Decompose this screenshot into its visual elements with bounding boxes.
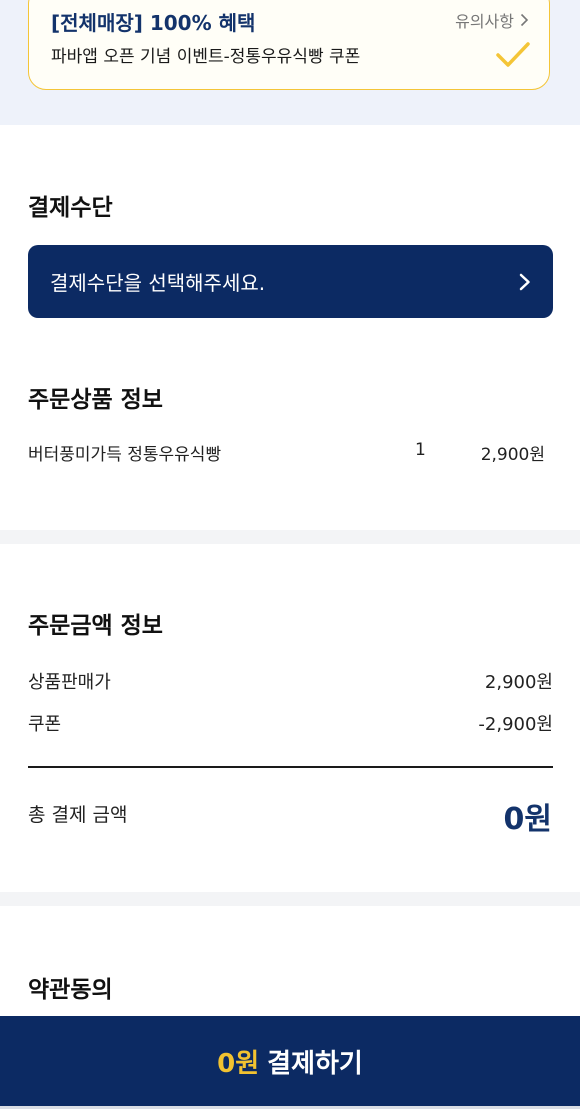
section-divider — [0, 530, 580, 544]
payment-method-title: 결제수단 — [28, 195, 113, 221]
coupon-card[interactable]: [전체매장] 100% 혜택 파바앱 오픈 기념 이벤트-정통우유식빵 쿠폰 유… — [28, 0, 550, 90]
section-divider — [0, 892, 580, 906]
coupon-notice-label: 유의사항 — [455, 12, 514, 31]
amount-row: 쿠폰 -2,900원 — [28, 710, 553, 738]
coupon-description: 파바앱 오픈 기념 이벤트-정통우유식빵 쿠폰 — [51, 47, 361, 67]
total-label: 총 결제 금액 — [28, 804, 128, 826]
chevron-right-icon — [519, 273, 530, 290]
checkout-label: 결제하기 — [267, 1048, 363, 1079]
amount-row: 상품판매가 2,900원 — [28, 668, 553, 696]
payment-method-label: 결제수단을 선택해주세요. — [50, 271, 266, 295]
coupon-section: [전체매장] 100% 혜택 파바앱 오픈 기념 이벤트-정통우유식빵 쿠폰 유… — [0, 0, 580, 125]
product-name: 버터풍미가득 정통우유식빵 — [28, 445, 222, 465]
checkout-button[interactable]: 0원 결제하기 — [0, 1016, 580, 1106]
select-payment-method-button[interactable]: 결제수단을 선택해주세요. — [28, 245, 553, 318]
order-amount-title: 주문금액 정보 — [28, 613, 163, 639]
order-products-title: 주문상품 정보 — [28, 387, 163, 413]
chevron-right-icon — [520, 13, 529, 27]
amount-label: 쿠폰 — [28, 714, 62, 735]
total-divider — [28, 766, 553, 768]
product-quantity: 1 — [415, 440, 426, 460]
product-price: 2,900원 — [480, 445, 545, 465]
coupon-notice-link[interactable]: 유의사항 — [455, 8, 529, 32]
amount-value: -2,900원 — [478, 714, 553, 735]
check-icon — [496, 42, 530, 67]
total-value: 0원 — [503, 802, 552, 837]
checkout-amount: 0원 — [217, 1048, 260, 1079]
amount-value: 2,900원 — [484, 672, 553, 693]
terms-title: 약관동의 — [28, 977, 113, 1003]
amount-label: 상품판매가 — [28, 672, 111, 693]
product-row: 버터풍미가득 정통우유식빵 1 2,900원 — [28, 440, 550, 470]
coupon-title: [전체매장] 100% 혜택 — [51, 11, 256, 35]
